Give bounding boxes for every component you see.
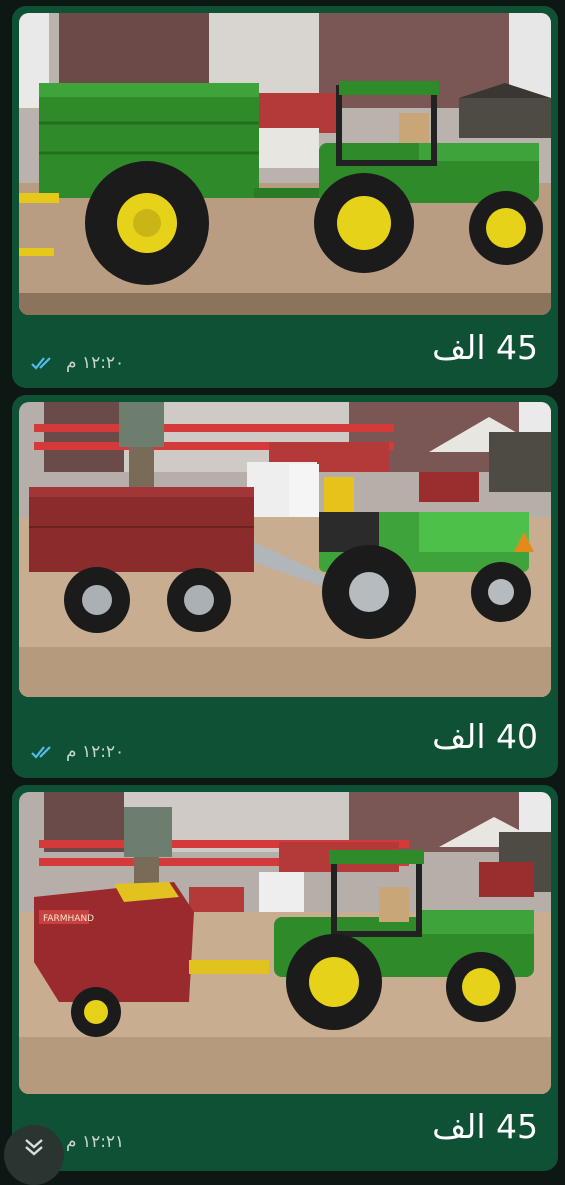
double-check-icon (31, 357, 51, 370)
message-meta: ١٢:٢٠ م (30, 352, 124, 374)
message-time: ١٢:٢٠ م (66, 353, 125, 373)
message-time: ١٢:٢٠ م (66, 742, 125, 762)
baler-brand-text: FARMHAND (43, 914, 94, 924)
toy-tractor-trailer-photo (19, 13, 551, 315)
price-caption: 45 الف (432, 1107, 538, 1146)
price-caption: 45 الف (432, 328, 538, 367)
message-photo[interactable]: FARMHAND (19, 792, 551, 1094)
message-meta: ١٢:٢٠ م (30, 741, 124, 763)
message-time: ١٢:٢١ م (66, 1132, 125, 1152)
message-bubble[interactable]: 40 الف ١٢:٢٠ م (12, 395, 558, 778)
scroll-to-bottom-button[interactable] (4, 1125, 64, 1185)
toy-tractor-baler-photo: FARMHAND (19, 792, 551, 1094)
double-check-icon (31, 746, 51, 759)
chevrons-down-icon (25, 1139, 43, 1156)
toy-tractor-wagon-photo (19, 402, 551, 697)
message-bubble[interactable]: 45 الف ١٢:٢٠ م (12, 6, 558, 388)
message-bubble[interactable]: FARMHAND 45 الف ١٢:٢١ م (12, 785, 558, 1171)
message-photo[interactable] (19, 402, 551, 697)
message-photo[interactable] (19, 13, 551, 315)
price-caption: 40 الف (432, 717, 538, 756)
